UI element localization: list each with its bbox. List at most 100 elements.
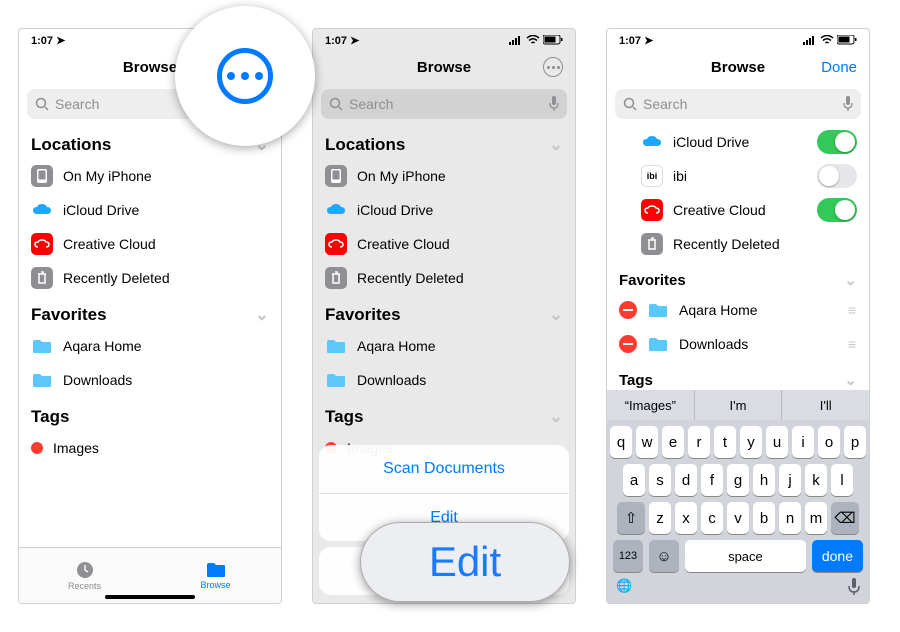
more-icon [217, 48, 273, 104]
toggle-ibi[interactable] [817, 164, 857, 188]
icloud-icon [641, 131, 663, 153]
key-y[interactable]: y [740, 426, 762, 458]
key-v[interactable]: v [727, 502, 749, 534]
action-scan-documents[interactable]: Scan Documents [319, 445, 569, 493]
key-r[interactable]: r [688, 426, 710, 458]
folder-icon [206, 561, 226, 579]
key-q[interactable]: q [610, 426, 632, 458]
key-i[interactable]: i [792, 426, 814, 458]
toggle-icloud[interactable] [817, 130, 857, 154]
home-indicator[interactable] [105, 595, 195, 599]
location-recently-deleted[interactable]: Recently Deleted [313, 261, 575, 295]
callout-edit: Edit [360, 522, 570, 602]
delete-button[interactable] [619, 335, 637, 353]
key-x[interactable]: x [675, 502, 697, 534]
reorder-handle[interactable]: ≡ [848, 302, 857, 318]
dictate-key[interactable] [848, 578, 860, 599]
toggle-creative-cloud[interactable] [817, 198, 857, 222]
folder-icon [325, 335, 347, 357]
suggestion[interactable]: “Images” [607, 390, 694, 420]
wifi-icon [526, 35, 540, 45]
location-creative-cloud[interactable]: Creative Cloud [19, 227, 281, 261]
key-o[interactable]: o [818, 426, 840, 458]
key-c[interactable]: c [701, 502, 723, 534]
key-a[interactable]: a [623, 464, 645, 496]
favorite-edit-downloads: Downloads ≡ [607, 327, 869, 361]
emoji-key[interactable]: ☺ [649, 540, 679, 572]
folder-icon [31, 369, 53, 391]
callout-more-button [175, 6, 315, 146]
favorites-header[interactable]: Favorites⌄ [607, 261, 869, 293]
key-u[interactable]: u [766, 426, 788, 458]
status-bar: 1:07 ➤ [607, 29, 869, 51]
key-f[interactable]: f [701, 464, 723, 496]
done-key[interactable]: done [812, 540, 863, 572]
space-key[interactable]: space [685, 540, 806, 572]
tags-header[interactable]: Tags⌄ [607, 361, 869, 393]
iphone-icon [31, 165, 53, 187]
favorite-downloads[interactable]: Downloads [19, 363, 281, 397]
key-j[interactable]: j [779, 464, 801, 496]
location-creative-cloud-toggle: Creative Cloud [607, 193, 869, 227]
globe-key[interactable]: 🌐 [616, 578, 632, 599]
search-icon [35, 97, 49, 111]
key-h[interactable]: h [753, 464, 775, 496]
shift-key[interactable]: ⇧ [617, 502, 645, 534]
key-b[interactable]: b [753, 502, 775, 534]
creative-cloud-icon [31, 233, 53, 255]
backspace-key[interactable]: ⌫ [831, 502, 859, 534]
location-on-my-iphone[interactable]: On My iPhone [19, 159, 281, 193]
key-w[interactable]: w [636, 426, 658, 458]
mic-icon[interactable] [549, 96, 559, 112]
battery-icon [837, 35, 857, 45]
favorite-aqara-home[interactable]: Aqara Home [19, 329, 281, 363]
locations-header[interactable]: Locations⌄ [313, 125, 575, 159]
iphone-icon [325, 165, 347, 187]
location-icloud-drive[interactable]: iCloud Drive [313, 193, 575, 227]
favorite-edit-aqara: Aqara Home ≡ [607, 293, 869, 327]
more-button[interactable] [543, 57, 563, 77]
status-bar: 1:07 ➤ [313, 29, 575, 51]
key-e[interactable]: e [662, 426, 684, 458]
key-m[interactable]: m [805, 502, 827, 534]
location-recently-deleted[interactable]: Recently Deleted [607, 227, 869, 261]
tags-header[interactable]: Tags [19, 397, 281, 431]
key-k[interactable]: k [805, 464, 827, 496]
key-g[interactable]: g [727, 464, 749, 496]
done-button[interactable]: Done [821, 59, 857, 76]
key-t[interactable]: t [714, 426, 736, 458]
icloud-icon [31, 199, 53, 221]
key-d[interactable]: d [675, 464, 697, 496]
delete-button[interactable] [619, 301, 637, 319]
favorites-header[interactable]: Favorites⌄ [313, 295, 575, 329]
chevron-down-icon: ⌄ [255, 305, 269, 325]
key-s[interactable]: s [649, 464, 671, 496]
search-input[interactable]: Search [615, 89, 861, 119]
key-p[interactable]: p [844, 426, 866, 458]
suggestion[interactable]: I'll [781, 390, 869, 420]
tag-images[interactable]: Images [19, 431, 281, 465]
key-l[interactable]: l [831, 464, 853, 496]
location-arrow-icon: ➤ [56, 35, 65, 47]
location-icloud-drive[interactable]: iCloud Drive [19, 193, 281, 227]
nav-bar: Browse [313, 51, 575, 83]
location-recently-deleted[interactable]: Recently Deleted [19, 261, 281, 295]
favorite-downloads[interactable]: Downloads [313, 363, 575, 397]
reorder-handle[interactable]: ≡ [848, 336, 857, 352]
battery-icon [543, 35, 563, 45]
numbers-key[interactable]: 123 [613, 540, 643, 572]
location-on-my-iphone[interactable]: On My iPhone [313, 159, 575, 193]
key-n[interactable]: n [779, 502, 801, 534]
suggestion[interactable]: I'm [694, 390, 782, 420]
tags-header[interactable]: Tags⌄ [313, 397, 575, 431]
trash-icon [641, 233, 663, 255]
favorite-aqara-home[interactable]: Aqara Home [313, 329, 575, 363]
favorites-header[interactable]: Favorites ⌄ [19, 295, 281, 329]
folder-icon [647, 333, 669, 355]
mic-icon[interactable] [843, 96, 853, 112]
key-z[interactable]: z [649, 502, 671, 534]
location-creative-cloud[interactable]: Creative Cloud [313, 227, 575, 261]
ibi-icon: ibi [641, 165, 663, 187]
phone-screen-3: 1:07 ➤ Browse Done Search iCloud Drive i… [606, 28, 870, 604]
search-input[interactable]: Search [321, 89, 567, 119]
